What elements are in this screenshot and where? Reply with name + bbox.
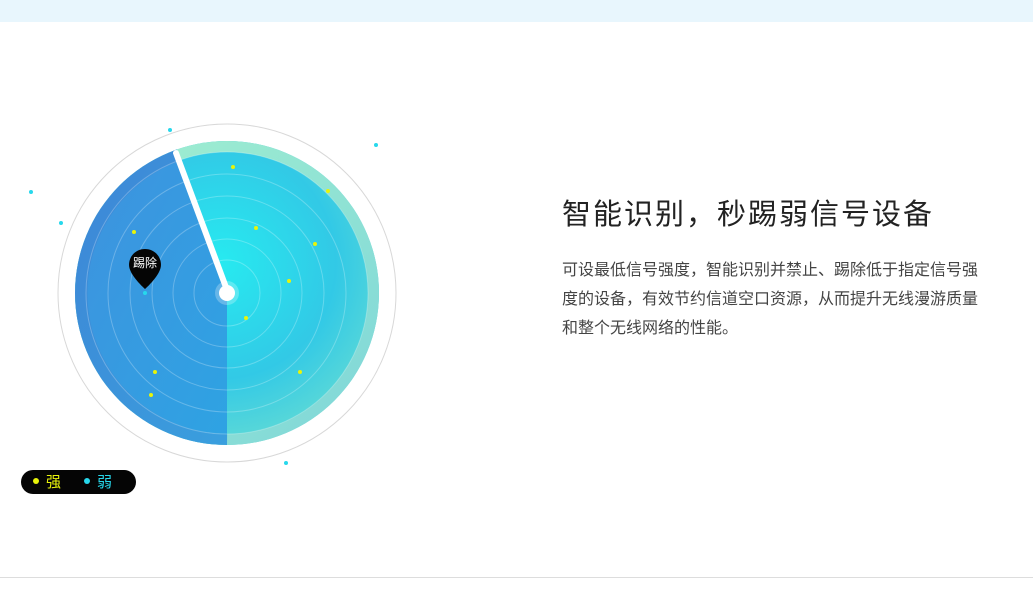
- feature-section: 踢除 强 弱 智能识别，秒踢弱信号设备 可设最低信号强度，智能识别并禁止、踢除低…: [0, 0, 1033, 592]
- radar-center-dot: [219, 285, 235, 301]
- legend-strong-label: 强: [46, 473, 62, 491]
- weak-dot-icon: [84, 478, 90, 484]
- feature-description: 可设最低信号强度，智能识别并禁止、踢除低于指定信号强度的设备，有效节约信道空口资…: [562, 260, 979, 337]
- kick-marker: 踢除: [126, 248, 164, 290]
- signal-legend: 强 弱: [21, 470, 136, 494]
- strong-dot-icon: [33, 478, 39, 484]
- radar-graphic: [29, 123, 397, 465]
- legend-weak-label: 弱: [97, 473, 113, 491]
- bottom-divider: [0, 577, 1033, 578]
- feature-heading: 智能识别，秒踢弱信号设备: [562, 197, 935, 231]
- feature-text: 智能识别，秒踢弱信号设备 可设最低信号强度，智能识别并禁止、踢除低于指定信号强度…: [562, 194, 1002, 342]
- kick-label: 踢除: [132, 256, 157, 270]
- radar-illustration: 踢除 强 弱: [0, 0, 420, 520]
